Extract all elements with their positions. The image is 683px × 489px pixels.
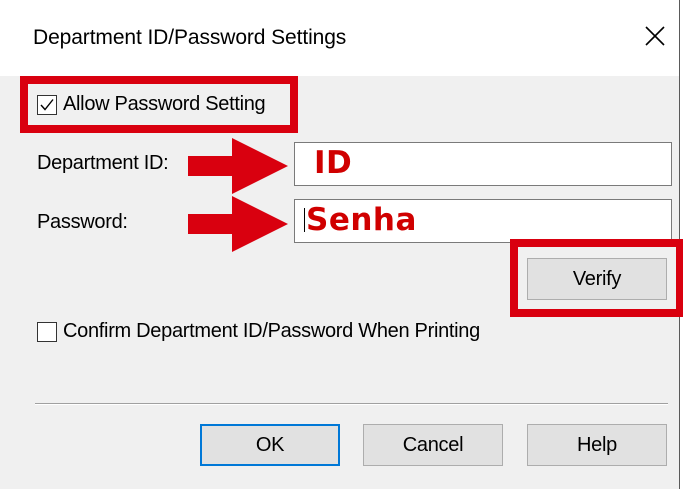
ok-button[interactable]: OK xyxy=(200,424,340,466)
department-id-input[interactable]: ID xyxy=(294,142,672,186)
department-id-label: Department ID: xyxy=(37,152,169,174)
separator xyxy=(35,403,668,405)
cancel-button[interactable]: Cancel xyxy=(363,424,503,466)
arrow-right-icon xyxy=(188,138,288,194)
confirm-printing-checkbox-row[interactable]: Confirm Department ID/Password When Prin… xyxy=(37,320,480,343)
help-button[interactable]: Help xyxy=(527,424,667,466)
confirm-printing-label: Confirm Department ID/Password When Prin… xyxy=(63,320,480,342)
department-id-annotation: ID xyxy=(314,145,353,181)
password-label: Password: xyxy=(37,211,128,233)
close-icon xyxy=(645,26,665,46)
title-bar: Department ID/Password Settings xyxy=(0,0,679,76)
password-input[interactable]: Senha xyxy=(294,199,672,243)
verify-highlight xyxy=(510,239,683,317)
text-caret xyxy=(304,208,305,232)
password-annotation: Senha xyxy=(306,202,417,238)
arrow-right-icon xyxy=(188,196,288,252)
confirm-printing-checkbox[interactable] xyxy=(37,321,57,342)
allow-password-highlight xyxy=(20,76,298,133)
dialog-title: Department ID/Password Settings xyxy=(33,26,347,49)
close-button[interactable] xyxy=(636,16,676,56)
